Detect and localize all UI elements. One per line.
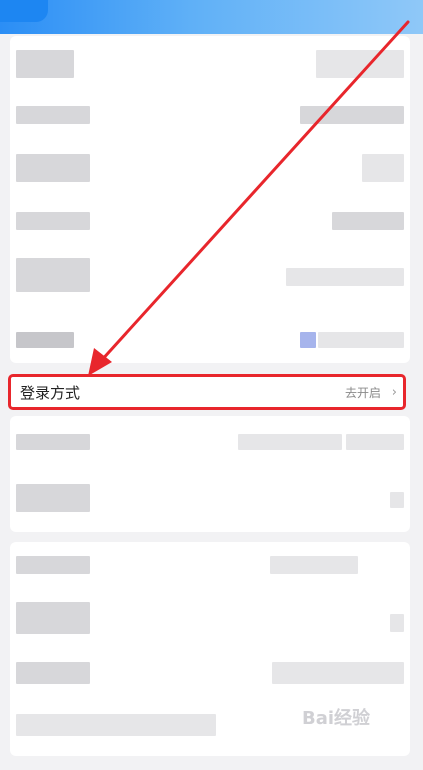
blurred-label xyxy=(16,154,90,182)
watermark-text: Bai经验 xyxy=(302,708,371,729)
header-band xyxy=(0,0,423,34)
blurred-value xyxy=(390,492,404,508)
blurred-label xyxy=(16,106,90,124)
blurred-label xyxy=(16,434,90,450)
blurred-label xyxy=(16,662,90,684)
blurred-value xyxy=(390,614,404,632)
blurred-label xyxy=(16,50,74,78)
blurred-label xyxy=(16,556,90,574)
blurred-value xyxy=(346,434,404,450)
blurred-label xyxy=(16,258,90,292)
blurred-value xyxy=(300,106,404,124)
blurred-row[interactable] xyxy=(10,478,410,538)
blurred-label xyxy=(16,484,90,512)
header-tab[interactable] xyxy=(0,0,48,22)
blurred-row[interactable] xyxy=(10,600,410,660)
blurred-value xyxy=(318,332,404,348)
blurred-value xyxy=(238,434,342,450)
blurred-value xyxy=(272,662,404,684)
enable-action-label[interactable]: 去开启 xyxy=(345,386,381,400)
blurred-row[interactable] xyxy=(10,258,410,318)
blurred-row[interactable] xyxy=(10,542,410,602)
blurred-label xyxy=(16,602,90,634)
settings-card-1 xyxy=(10,36,410,363)
blurred-label xyxy=(16,332,74,348)
blurred-value xyxy=(270,556,358,574)
blurred-value xyxy=(316,50,404,78)
blurred-value xyxy=(332,212,404,230)
blurred-row[interactable] xyxy=(10,96,410,156)
blurred-row[interactable] xyxy=(10,36,410,96)
blurred-value xyxy=(300,332,316,348)
login-method-row[interactable]: 登录方式 去开启 › xyxy=(8,374,406,410)
chevron-right-icon: › xyxy=(391,385,397,400)
blurred-row[interactable] xyxy=(10,150,410,210)
blurred-row[interactable] xyxy=(10,416,410,476)
blurred-label xyxy=(16,714,216,736)
blurred-label xyxy=(16,212,90,230)
settings-card-2 xyxy=(10,416,410,532)
login-method-label: 登录方式 xyxy=(20,384,81,402)
blurred-value xyxy=(362,154,404,182)
blurred-value xyxy=(286,268,404,286)
